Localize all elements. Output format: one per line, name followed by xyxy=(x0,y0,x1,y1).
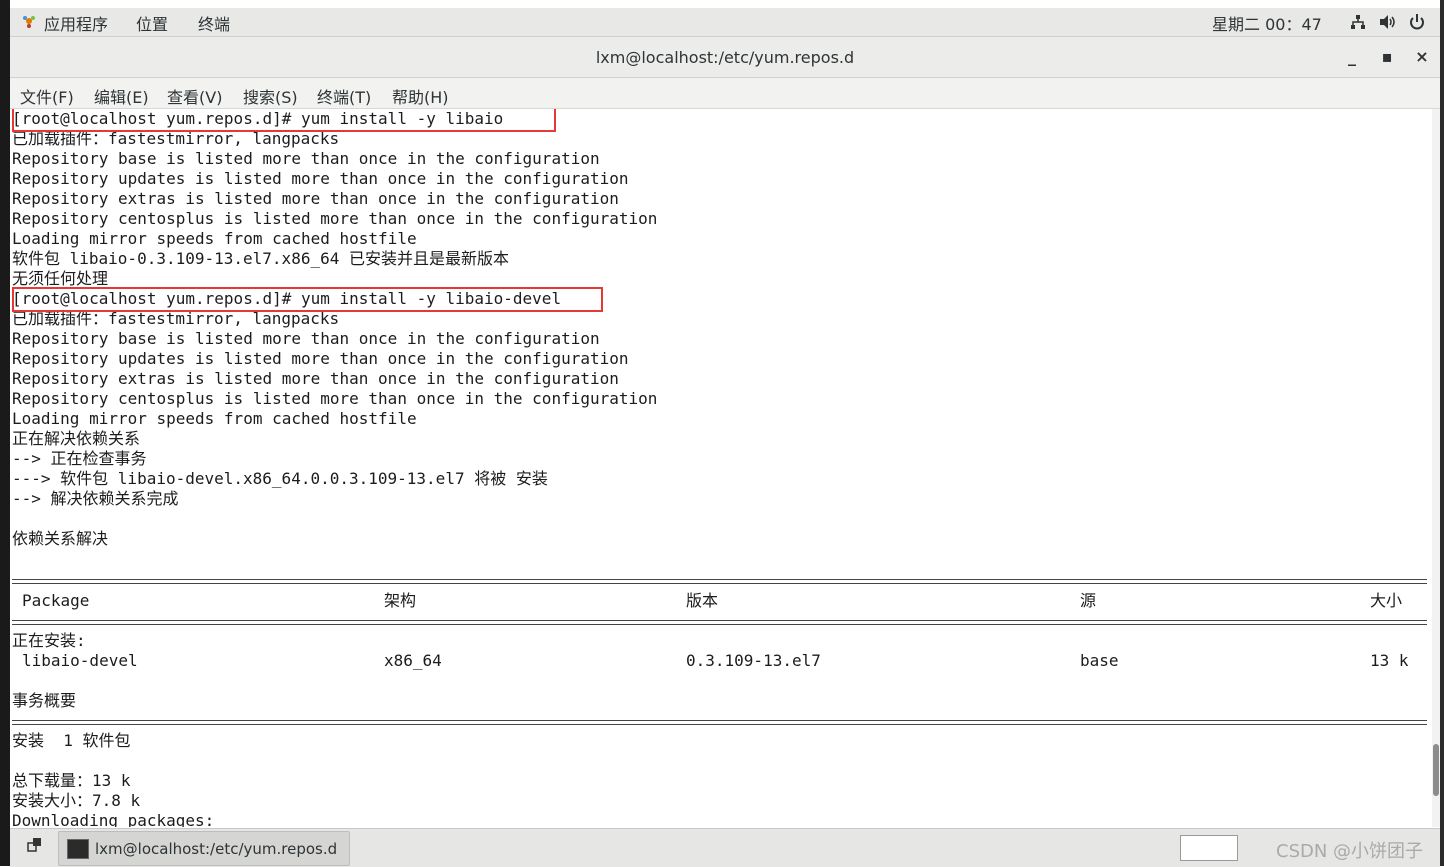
terminal-line: 已加载插件：fastestmirror, langpacks xyxy=(12,129,340,148)
terminal-app-menu[interactable]: 终端 xyxy=(198,11,230,35)
show-desktop-icon[interactable] xyxy=(22,835,48,861)
row-size: 13 k xyxy=(1370,651,1409,670)
terminal-line: Repository base is listed more than once… xyxy=(12,149,600,168)
header-size: 大小 xyxy=(1370,591,1403,610)
command-highlight xyxy=(12,109,556,132)
terminal-line: Repository centosplus is listed more tha… xyxy=(12,209,658,228)
clock[interactable]: 星期二 00：47 xyxy=(1212,11,1322,35)
apps-icon xyxy=(23,16,35,28)
terminal-line: 正在解决依赖关系 xyxy=(12,429,141,448)
header-arch: 架构 xyxy=(384,591,417,610)
row-version: 0.3.109-13.el7 xyxy=(686,651,821,670)
taskbar: lxm@localhost:/etc/yum.repos.d CSDN @小饼团… xyxy=(10,828,1440,867)
terminal-line: 无须任何处理 xyxy=(12,269,109,288)
terminal-line: Repository extras is listed more than on… xyxy=(12,189,619,208)
terminal-line: Repository updates is listed more than o… xyxy=(12,349,629,368)
scrollbar-thumb[interactable] xyxy=(1433,744,1439,796)
total-download: 总下载量：13 k xyxy=(12,771,131,790)
watermark: CSDN @小饼团子 xyxy=(1276,841,1424,862)
terminal-line: Loading mirror speeds from cached hostfi… xyxy=(12,409,417,428)
terminal-line: 软件包 libaio-0.3.109-13.el7.x86_64 已安装并且是最… xyxy=(12,249,509,268)
terminal-line: Repository base is listed more than once… xyxy=(12,329,600,348)
menu-search[interactable]: 搜索(S) xyxy=(243,84,298,108)
menubar: 文件(F) 编辑(E) 查看(V) 搜索(S) 终端(T) 帮助(H) xyxy=(10,78,1440,109)
terminal-output[interactable]: [root@localhost yum.repos.d]# yum instal… xyxy=(10,109,1430,827)
install-count: 安装 1 软件包 xyxy=(12,731,131,750)
top-panel: 应用程序 位置 终端 星期二 00：47 xyxy=(10,8,1440,37)
header-package: Package xyxy=(22,591,90,610)
network-icon[interactable] xyxy=(1350,14,1366,30)
menu-file[interactable]: 文件(F) xyxy=(20,84,74,108)
power-icon[interactable] xyxy=(1409,13,1425,31)
installing-label: 正在安装: xyxy=(12,631,86,650)
terminal-icon xyxy=(67,839,89,859)
row-package: libaio-devel xyxy=(22,651,138,670)
window-title: lxm@localhost:/etc/yum.repos.d xyxy=(595,48,855,67)
command-highlight xyxy=(12,287,603,312)
taskbar-window-button[interactable]: lxm@localhost:/etc/yum.repos.d xyxy=(58,831,350,866)
table-separator xyxy=(12,620,1427,621)
maximize-button[interactable]: ▪ xyxy=(1375,45,1399,69)
table-separator xyxy=(12,583,1427,584)
terminal-line: 依赖关系解决 xyxy=(12,529,109,548)
menu-edit[interactable]: 编辑(E) xyxy=(94,84,149,108)
terminal-line: Repository updates is listed more than o… xyxy=(12,169,629,188)
scrollbar-track[interactable] xyxy=(1432,109,1440,827)
terminal-line: 已加载插件：fastestmirror, langpacks xyxy=(12,309,340,328)
window-titlebar[interactable]: lxm@localhost:/etc/yum.repos.d _ ▪ × xyxy=(10,37,1440,78)
table-separator xyxy=(12,579,1427,580)
minimize-button[interactable]: _ xyxy=(1340,45,1364,69)
row-repo: base xyxy=(1080,651,1119,670)
menu-help[interactable]: 帮助(H) xyxy=(392,84,449,108)
header-repo: 源 xyxy=(1080,591,1097,610)
places-menu[interactable]: 位置 xyxy=(136,11,168,35)
terminal-line: ---> 软件包 libaio-devel.x86_64.0.0.3.109-1… xyxy=(12,469,548,488)
volume-icon[interactable] xyxy=(1379,14,1397,30)
table-separator xyxy=(12,720,1427,721)
taskbar-window-label: lxm@localhost:/etc/yum.repos.d xyxy=(95,840,338,858)
workspace-switcher[interactable] xyxy=(1180,835,1238,861)
table-separator xyxy=(12,724,1427,725)
terminal-line: Loading mirror speeds from cached hostfi… xyxy=(12,229,417,248)
applications-menu[interactable]: 应用程序 xyxy=(44,11,108,35)
desktop-edge-right xyxy=(1440,0,1444,866)
close-button[interactable]: × xyxy=(1410,45,1434,69)
table-separator xyxy=(12,624,1427,625)
desktop-edge xyxy=(0,0,10,866)
install-size: 安装大小：7.8 k xyxy=(12,791,141,810)
menu-terminal[interactable]: 终端(T) xyxy=(317,84,371,108)
menu-view[interactable]: 查看(V) xyxy=(167,84,222,108)
header-version: 版本 xyxy=(686,591,719,610)
terminal-line: Repository extras is listed more than on… xyxy=(12,369,619,388)
summary-label: 事务概要 xyxy=(12,691,77,710)
terminal-line: --> 解决依赖关系完成 xyxy=(12,489,179,508)
terminal-line: --> 正在检查事务 xyxy=(12,449,147,468)
terminal-line: Repository centosplus is listed more tha… xyxy=(12,389,658,408)
downloading-line: Downloading packages: xyxy=(12,811,215,827)
row-arch: x86_64 xyxy=(384,651,442,670)
